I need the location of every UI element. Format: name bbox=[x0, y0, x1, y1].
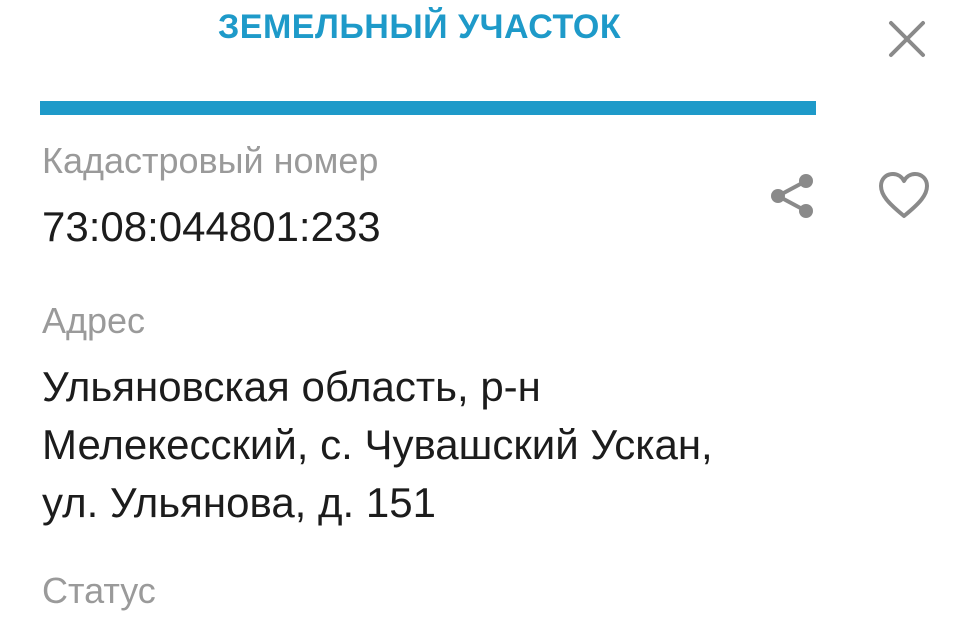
cadastral-number-label: Кадастровый номер bbox=[42, 140, 379, 181]
favorite-button[interactable] bbox=[874, 166, 934, 226]
share-icon bbox=[771, 174, 813, 218]
cadastral-number-value: 73:08:044801:233 bbox=[42, 203, 381, 250]
close-icon bbox=[889, 21, 925, 57]
close-button[interactable] bbox=[880, 12, 934, 66]
address-line: Ульяновская область, р-н bbox=[42, 363, 541, 410]
address-label: Адрес bbox=[42, 300, 146, 341]
heart-outline-icon bbox=[879, 172, 929, 218]
tab-indicator-bar bbox=[40, 101, 816, 115]
page-title: ЗЕМЕЛЬНЫЙ УЧАСТОК bbox=[218, 8, 622, 46]
share-button[interactable] bbox=[762, 166, 822, 226]
status-label: Статус bbox=[42, 570, 156, 611]
address-line: ул. Ульянова, д. 151 bbox=[42, 479, 436, 526]
address-line: Мелекесский, с. Чувашский Ускан, bbox=[42, 421, 713, 468]
